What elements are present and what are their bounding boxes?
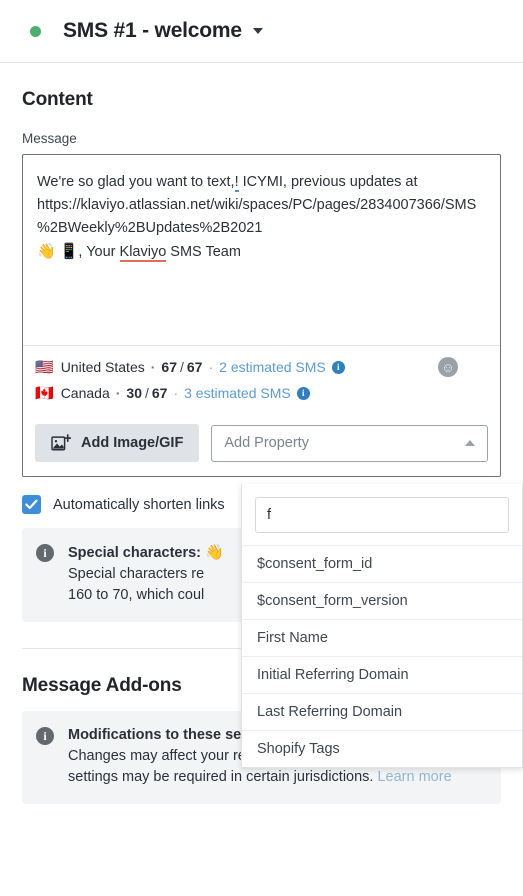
counter-separator-2: · <box>208 359 214 375</box>
info-icon[interactable]: i <box>296 386 310 400</box>
counter-row: 🇨🇦 Canada · 30 / 67 · 3 estimated SMS i <box>35 380 486 406</box>
message-composer[interactable]: We're so glad you want to text,! ICYMI, … <box>22 154 501 477</box>
chevron-down-icon[interactable] <box>252 28 263 34</box>
counter-slash: / <box>144 385 149 401</box>
ca-flag-icon: 🇨🇦 <box>35 384 54 402</box>
message-line-3c: SMS Team <box>166 244 241 260</box>
dropdown-item[interactable]: Initial Referring Domain <box>242 656 522 693</box>
status-dot-icon <box>30 25 41 37</box>
wave-emoji-icon: 👋 <box>37 243 56 260</box>
panel-header: SMS #1 - welcome <box>0 0 523 63</box>
add-property-select-value: Add Property <box>224 435 309 451</box>
sms-editor-panel: SMS #1 - welcome Content Message We're s… <box>0 0 523 896</box>
chevron-up-icon <box>465 440 475 446</box>
page-title: SMS #1 - welcome <box>63 19 242 42</box>
message-textarea[interactable]: We're so glad you want to text,! ICYMI, … <box>23 155 500 345</box>
property-search-input[interactable] <box>255 497 509 533</box>
image-plus-icon <box>51 434 72 452</box>
info-icon: i <box>36 544 54 562</box>
add-property-select[interactable]: Add Property <box>211 424 488 462</box>
counter-limit: 67 <box>186 359 203 375</box>
counter-used: 30 <box>126 385 142 401</box>
add-image-button-label: Add Image/GIF <box>81 435 184 451</box>
special-characters-callout-body: Special characters: 👋 Special characters… <box>68 542 224 606</box>
counter-used: 67 <box>161 359 177 375</box>
dropdown-item[interactable]: Shopify Tags <box>242 730 522 767</box>
counter-country: United States <box>60 359 145 375</box>
dropdown-item[interactable]: Last Referring Domain <box>242 693 522 730</box>
info-icon[interactable]: i <box>331 360 345 374</box>
dropdown-item[interactable]: $consent_form_id <box>242 545 522 582</box>
message-field-label: Message <box>22 131 77 146</box>
character-counters: 🇺🇸 United States · 67 / 67 · 2 estimated… <box>23 345 500 416</box>
add-image-button[interactable]: Add Image/GIF <box>35 424 200 462</box>
special-characters-callout-title: Special characters: <box>68 545 206 561</box>
message-line-1a: We're so glad you want to text, <box>37 174 235 190</box>
us-flag-icon: 🇺🇸 <box>35 358 54 376</box>
counter-separator: · <box>115 385 121 401</box>
counter-slash: / <box>180 359 184 375</box>
composer-actions: Add Image/GIF Add Property <box>23 416 500 476</box>
special-characters-callout-line2: Special characters re <box>68 566 205 582</box>
info-icon: i <box>36 727 54 745</box>
wave-emoji-icon: 👋 <box>205 544 224 561</box>
shorten-links-checkbox[interactable] <box>22 495 41 514</box>
learn-more-link[interactable]: Learn more <box>377 769 451 785</box>
counter-estimate: 3 estimated SMS <box>184 385 291 401</box>
counter-estimate: 2 estimated SMS <box>219 359 326 375</box>
counter-separator: · <box>150 359 156 375</box>
counter-country: Canada <box>60 385 110 401</box>
dropdown-search-wrap <box>242 484 522 545</box>
message-line-2: https://klaviyo.atlassian.net/wiki/space… <box>37 197 477 236</box>
counter-separator-2: · <box>173 385 179 401</box>
phone-emoji-icon: 📱 <box>59 243 79 260</box>
special-characters-callout-line3: 160 to 70, which coul <box>68 587 205 603</box>
emoji-smiley-icon[interactable]: ☺ <box>438 357 458 377</box>
add-property-dropdown: $consent_form_id $consent_form_version F… <box>241 484 523 768</box>
message-line-3a: , Your <box>78 244 120 260</box>
section-title-content: Content <box>22 89 93 110</box>
message-grammar-flag: Klaviyo <box>119 244 167 262</box>
counter-row: 🇺🇸 United States · 67 / 67 · 2 estimated… <box>35 354 486 380</box>
dropdown-item[interactable]: $consent_form_version <box>242 582 522 619</box>
message-line-1c: ICYMI, previous updates at <box>238 174 418 190</box>
shorten-links-label: Automatically shorten links <box>53 496 225 513</box>
dropdown-item[interactable]: First Name <box>242 619 522 656</box>
counter-limit: 67 <box>151 385 168 401</box>
